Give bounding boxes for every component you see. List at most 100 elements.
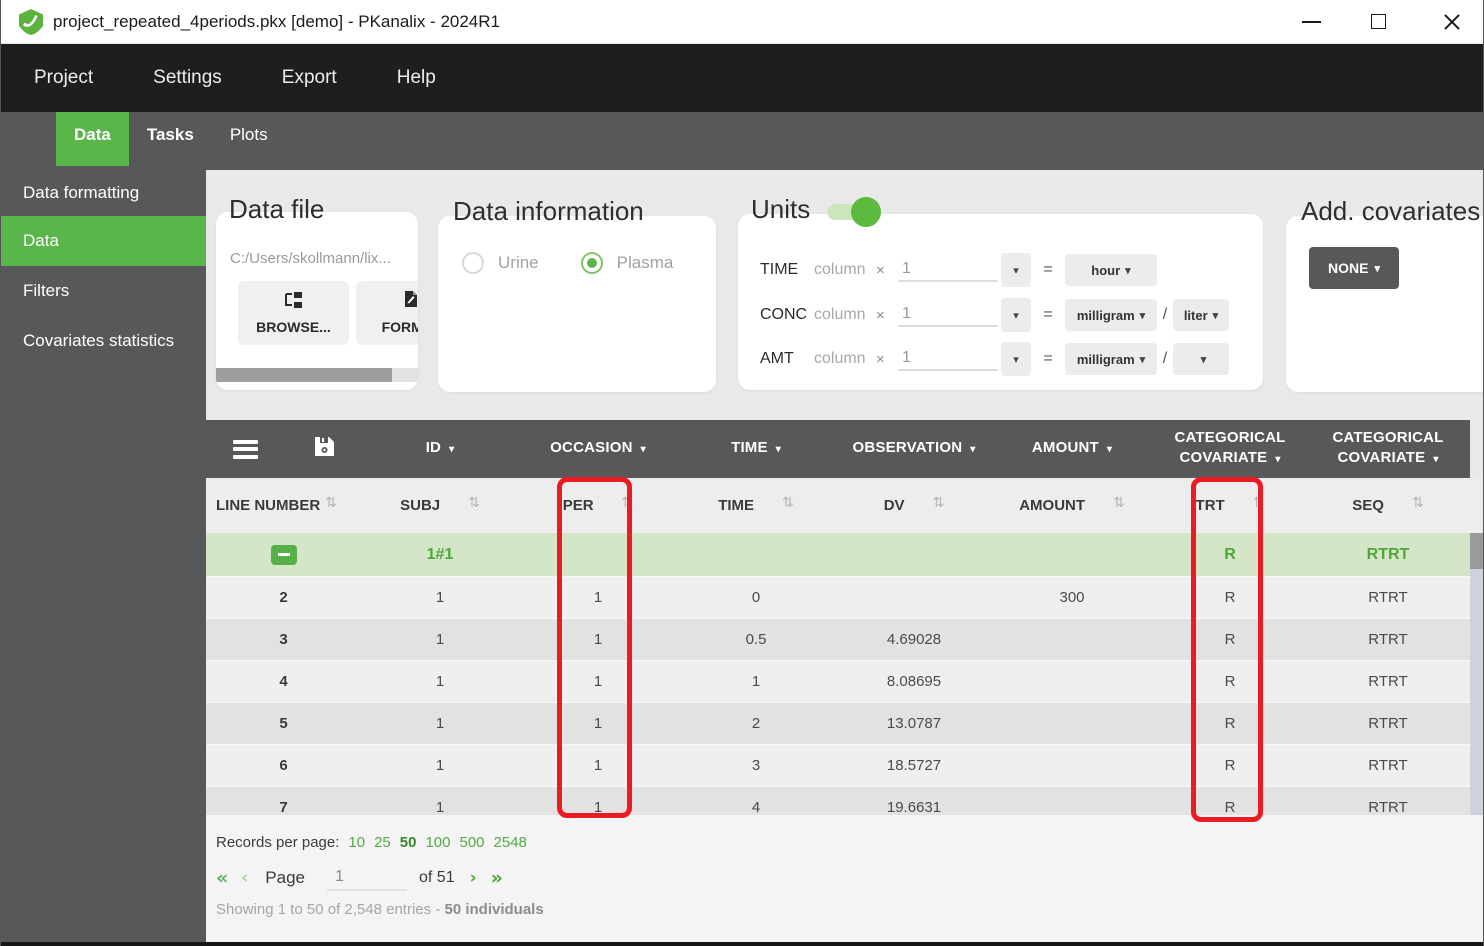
records-per-page-option[interactable]: 50 bbox=[400, 834, 417, 851]
observation-type-radios: Urine Plasma bbox=[462, 252, 701, 274]
sort-icon[interactable]: ⇅ bbox=[933, 495, 945, 511]
column-type-dropdown[interactable]: OBSERVATION ▾ bbox=[835, 420, 993, 478]
caret-down-icon: ▾ bbox=[1125, 264, 1131, 277]
table-row[interactable]: 41118.08695RRTRT bbox=[206, 661, 1470, 703]
format-button[interactable]: FORMAT bbox=[356, 281, 418, 345]
table-cell: 19.6631 bbox=[835, 787, 993, 815]
sort-icon[interactable]: ⇅ bbox=[1412, 495, 1424, 511]
column-header-time[interactable]: TIME ⇅ bbox=[677, 478, 835, 533]
equals-sign: = bbox=[1031, 350, 1065, 368]
menu-item-settings[interactable]: Settings bbox=[153, 67, 222, 89]
menu-item-project[interactable]: Project bbox=[34, 67, 93, 89]
table-row[interactable]: 511213.0787RRTRT bbox=[206, 703, 1470, 745]
table-cell bbox=[993, 745, 1151, 786]
column-type-dropdown[interactable]: CATEGORICAL COVARIATE ▾ bbox=[1309, 420, 1467, 478]
amt-unit-select[interactable]: milligram▾ bbox=[1065, 343, 1157, 375]
close-button[interactable] bbox=[1423, 0, 1481, 44]
browse-button[interactable]: BROWSE... bbox=[238, 281, 349, 345]
caret-down-icon: ▾ bbox=[1430, 454, 1438, 465]
column-word: column bbox=[814, 261, 876, 279]
maximize-button[interactable] bbox=[1351, 0, 1409, 44]
vertical-scrollbar[interactable] bbox=[1470, 533, 1484, 815]
conc-denominator-select[interactable]: liter▾ bbox=[1173, 299, 1229, 331]
column-type-dropdown[interactable]: AMOUNT ▾ bbox=[993, 420, 1151, 478]
horizontal-scrollbar[interactable] bbox=[216, 368, 418, 382]
amt-denominator-select[interactable]: ▾ bbox=[1173, 343, 1229, 375]
sidebar: Data formattingDataFiltersCovariates sta… bbox=[1, 170, 206, 946]
tab-tasks[interactable]: Tasks bbox=[129, 112, 212, 166]
sort-icon[interactable]: ⇅ bbox=[782, 495, 794, 511]
table-cell: RTRT bbox=[1309, 533, 1467, 576]
time-unit-select[interactable]: hour▾ bbox=[1065, 254, 1157, 286]
scrollbar-thumb[interactable] bbox=[216, 368, 392, 382]
tab-data[interactable]: Data bbox=[56, 112, 129, 166]
plasma-radio[interactable] bbox=[581, 252, 603, 274]
caret-down-icon: ▾ bbox=[1140, 353, 1146, 366]
caret-down-icon: ▾ bbox=[1374, 262, 1380, 275]
table-cell: RTRT bbox=[1309, 661, 1467, 702]
column-type-dropdown[interactable]: TIME ▾ bbox=[677, 420, 835, 478]
records-per-page-option[interactable]: 500 bbox=[460, 834, 485, 851]
table-cell: 5 bbox=[206, 703, 361, 744]
column-type-dropdown[interactable]: OCCASION ▾ bbox=[519, 420, 677, 478]
data-file-path: C:/Users/skollmann/lix... bbox=[230, 250, 391, 267]
amt-factor-input[interactable] bbox=[898, 347, 998, 371]
amt-factor-dropdown[interactable]: ▾ bbox=[1001, 342, 1031, 376]
column-header-label: TIME bbox=[718, 497, 754, 514]
column-type-dropdown[interactable]: ID ▾ bbox=[361, 420, 519, 478]
sidebar-item-filters[interactable]: Filters bbox=[1, 266, 206, 316]
column-header-label: SUBJ bbox=[400, 497, 440, 514]
column-header-seq[interactable]: SEQ⇅ bbox=[1309, 478, 1467, 533]
column-header-amount[interactable]: AMOUNT ⇅ bbox=[993, 478, 1151, 533]
hamburger-menu-icon[interactable] bbox=[233, 440, 258, 459]
column-header-label: AMOUNT bbox=[1019, 497, 1085, 514]
table-group-row[interactable]: 1#1 R RTRT bbox=[206, 533, 1470, 577]
table-row[interactable]: 711419.6631RRTRT bbox=[206, 787, 1470, 815]
records-per-page-option[interactable]: 2548 bbox=[494, 834, 527, 851]
conc-unit-select[interactable]: milligram▾ bbox=[1065, 299, 1157, 331]
sidebar-item-data-formatting[interactable]: Data formatting bbox=[1, 170, 206, 216]
next-page-button[interactable]: › bbox=[470, 868, 477, 888]
records-per-page-option[interactable]: 100 bbox=[425, 834, 450, 851]
column-header-line-number[interactable]: LINE NUMBER⇅ bbox=[206, 478, 361, 533]
sidebar-item-data[interactable]: Data bbox=[1, 216, 206, 266]
tab-plots[interactable]: Plots bbox=[212, 112, 286, 166]
last-page-button[interactable]: » bbox=[491, 867, 503, 889]
entries-summary: Showing 1 to 50 of 2,548 entries - 50 in… bbox=[216, 901, 544, 918]
minimize-button[interactable] bbox=[1283, 0, 1341, 44]
conc-factor-input[interactable] bbox=[898, 303, 998, 327]
save-icon[interactable] bbox=[315, 437, 334, 461]
sidebar-item-covariates-statistics[interactable]: Covariates statistics bbox=[1, 316, 206, 366]
add-covariates-none-dropdown[interactable]: NONE ▾ bbox=[1309, 247, 1399, 289]
menu-item-help[interactable]: Help bbox=[397, 67, 436, 89]
records-per-page-option[interactable]: 25 bbox=[374, 834, 391, 851]
table-row[interactable]: 611318.5727RRTRT bbox=[206, 745, 1470, 787]
column-header-dv[interactable]: DV⇅ bbox=[835, 478, 993, 533]
column-header-subj[interactable]: SUBJ ⇅ bbox=[361, 478, 519, 533]
collapse-row-button[interactable] bbox=[271, 545, 297, 565]
page-input[interactable] bbox=[327, 865, 407, 891]
table-row[interactable]: 3110.54.69028RRTRT bbox=[206, 619, 1470, 661]
column-type-dropdown[interactable]: CATEGORICAL COVARIATE ▾ bbox=[1151, 420, 1309, 478]
sort-icon[interactable]: ⇅ bbox=[1113, 495, 1125, 511]
time-factor-dropdown[interactable]: ▾ bbox=[1001, 253, 1031, 287]
column-type-label: CATEGORICAL COVARIATE bbox=[1174, 429, 1285, 466]
records-per-page-option[interactable]: 10 bbox=[348, 834, 365, 851]
sort-icon[interactable]: ⇅ bbox=[325, 495, 337, 511]
caret-down-icon: ▾ bbox=[1104, 444, 1112, 455]
format-file-icon bbox=[404, 291, 418, 313]
menu-item-export[interactable]: Export bbox=[282, 67, 337, 89]
time-factor-input[interactable] bbox=[898, 258, 998, 282]
sort-icon[interactable]: ⇅ bbox=[468, 495, 480, 511]
units-toggle[interactable] bbox=[827, 201, 879, 223]
urine-label: Urine bbox=[498, 253, 539, 273]
add-covariates-title: Add. covariates bbox=[1301, 196, 1480, 227]
urine-radio[interactable] bbox=[462, 252, 484, 274]
scrollbar-thumb[interactable] bbox=[1470, 533, 1484, 569]
conc-factor-dropdown[interactable]: ▾ bbox=[1001, 298, 1031, 332]
records-per-page-label: Records per page: bbox=[216, 834, 339, 851]
first-page-button[interactable]: « bbox=[216, 867, 228, 889]
prev-page-button[interactable]: ‹ bbox=[241, 868, 248, 888]
table-row[interactable]: 2110300RRTRT bbox=[206, 577, 1470, 619]
caret-down-icon: ▾ bbox=[1013, 264, 1019, 277]
